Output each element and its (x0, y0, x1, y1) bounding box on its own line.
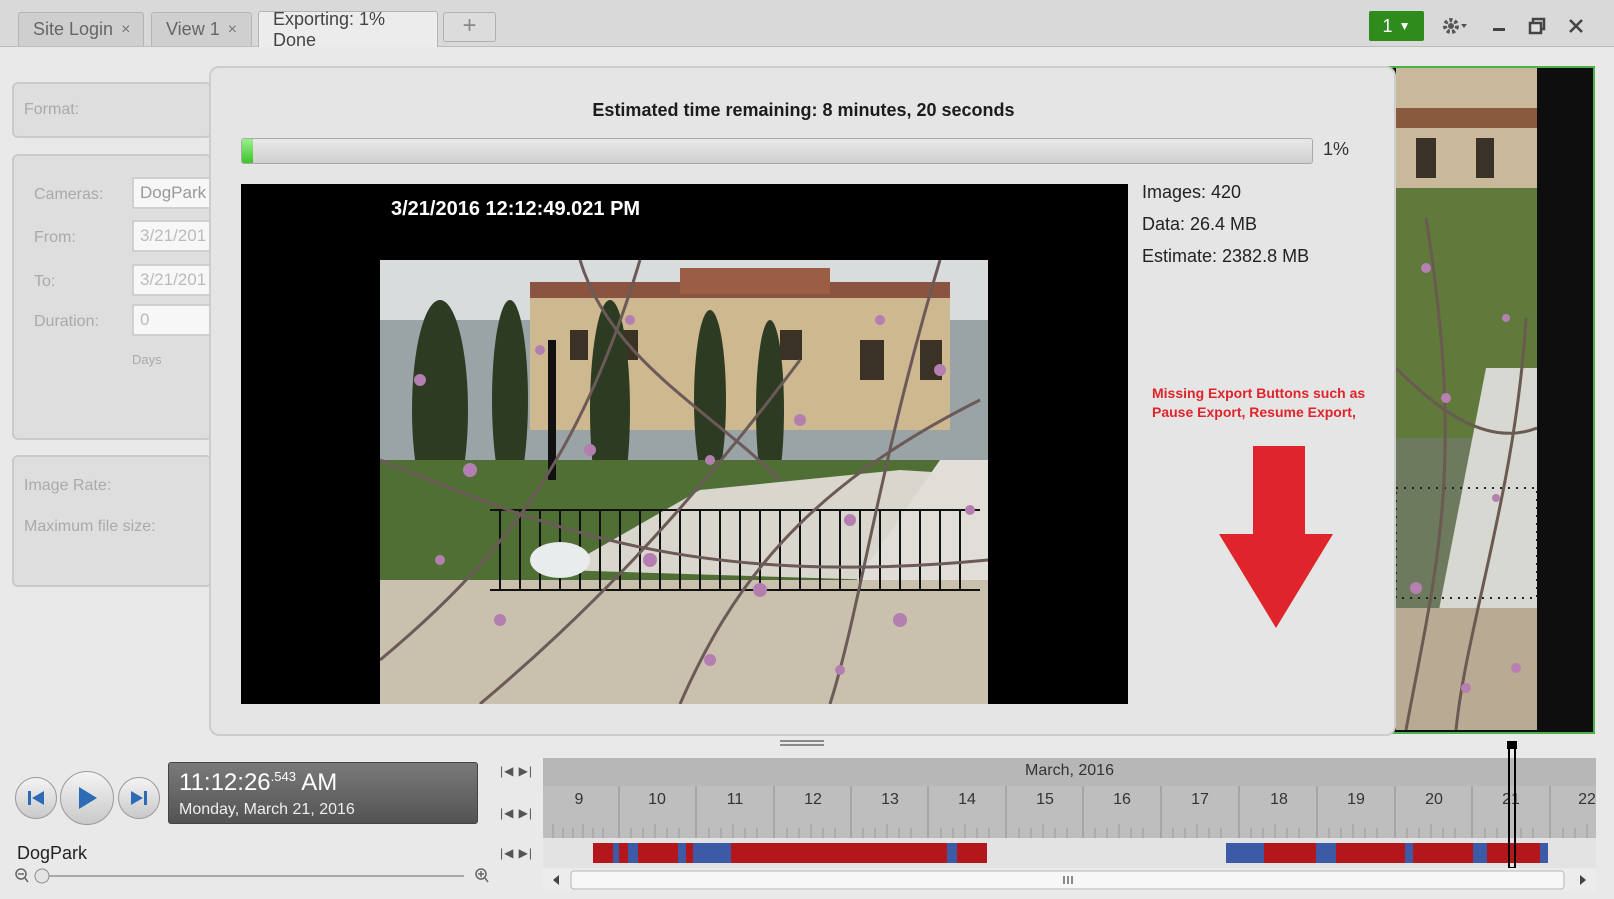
camera-feed-image (1396, 68, 1537, 730)
timeline-month-header: March, 2016 (543, 758, 1596, 786)
tab-exporting[interactable]: Exporting: 1% Done (258, 9, 438, 50)
progress-percent: 1% (1323, 139, 1350, 159)
cameras-label: Cameras: (34, 186, 104, 203)
panel-splitter-handle[interactable] (780, 740, 824, 747)
step-forward-button[interactable] (118, 777, 160, 819)
recording-segments (593, 843, 1548, 863)
play-button[interactable] (60, 771, 114, 825)
tab-view-1[interactable]: View 1 × (151, 12, 252, 46)
zoom-out-icon (15, 868, 29, 883)
timeline-scrollbar[interactable] (543, 869, 1596, 891)
duration-unit: Days (132, 352, 162, 367)
size-estimate: Estimate: 2382.8 MB (1142, 246, 1310, 266)
skip-start-end-buttons[interactable]: |◀ ▶| (500, 806, 533, 820)
video-timestamp: 3/21/2016 12:12:49.021 PM (391, 198, 641, 220)
timeline-day-ruler[interactable]: 9 10 11 12 13 14 15 16 17 18 19 20 21 22 (543, 786, 1596, 838)
preview-frame-image (380, 260, 988, 704)
minimize-icon[interactable] (1484, 12, 1514, 40)
chevron-down-icon: ▼ (1398, 19, 1411, 33)
format-group: Format: (12, 82, 212, 138)
restore-icon[interactable] (1522, 12, 1552, 40)
clock-ampm: AM (301, 769, 338, 796)
play-icon (79, 787, 97, 809)
tab-label: Exporting: 1% Done (273, 8, 386, 50)
estimated-time-remaining: Estimated time remaining: 8 minutes, 20 … (592, 100, 1015, 120)
zoom-in-icon (475, 868, 489, 883)
duration-label: Duration: (34, 313, 99, 330)
gear-icon[interactable] (1438, 12, 1472, 40)
counter-value: 1 (1382, 15, 1393, 36)
tab-close-icon[interactable]: × (228, 21, 237, 39)
from-label: From: (34, 229, 76, 246)
to-label: To: (34, 273, 56, 290)
skip-start-end-buttons[interactable]: |◀ ▶| (500, 764, 533, 778)
step-forward-icon (131, 791, 147, 805)
export-preview: 3/21/2016 12:12:49.021 PM (241, 184, 1128, 704)
output-options-group: Image Rate: Maximum file size: (12, 455, 212, 587)
camera-range-group: Cameras: DogPark From: 3/21/201 To: 3/21… (12, 154, 222, 440)
camera-name-label: DogPark (17, 843, 88, 863)
export-progress-bar (241, 138, 1313, 164)
clock-hms: 11:12:26 (179, 769, 271, 796)
tab-label: Site Login (33, 19, 114, 39)
tab-label: View 1 (166, 19, 220, 39)
step-back-icon (28, 791, 44, 805)
images-count: Images: 420 (1142, 182, 1242, 202)
skip-start-end-buttons[interactable]: |◀ ▶| (500, 846, 533, 860)
clock-ms: .543 (270, 769, 296, 784)
add-tab-button[interactable]: + (443, 12, 496, 42)
missing-buttons-annotation: Missing Export Buttons such as Pause Exp… (1152, 385, 1366, 420)
tab-bar: Site Login × View 1 × Exporting: 1% Done… (0, 0, 1614, 50)
data-size: Data: 26.4 MB (1142, 214, 1258, 234)
timeline-tick-marks (552, 786, 1588, 838)
export-progress-dialog: Estimated time remaining: 8 minutes, 20 … (209, 66, 1396, 736)
tab-site-login[interactable]: Site Login × (18, 12, 144, 46)
step-back-button[interactable] (15, 777, 57, 819)
format-label: Format: (24, 101, 80, 118)
tab-close-icon[interactable]: × (121, 21, 130, 39)
clock-date: Monday, March 21, 2016 (179, 801, 355, 818)
timeline-zoom-slider[interactable] (14, 866, 494, 886)
image-rate-label: Image Rate: (24, 477, 112, 494)
down-arrow-icon (1219, 446, 1333, 628)
max-file-size-label: Maximum file size: (24, 518, 156, 535)
progress-fill (242, 139, 253, 163)
playback-clock: 11:12:26.543 AM Monday, March 21, 2016 (168, 762, 478, 824)
close-icon[interactable] (1561, 12, 1591, 40)
clock-time: 11:12:26.543 AM (179, 769, 337, 797)
scrollbar-track (553, 870, 1586, 890)
timeline-month-label: March, 2016 (1025, 762, 1114, 779)
timeline-playhead[interactable] (1507, 741, 1517, 868)
timeline-recording-track[interactable] (543, 838, 1596, 868)
view-counter-dropdown[interactable]: 1 ▼ (1369, 11, 1424, 41)
